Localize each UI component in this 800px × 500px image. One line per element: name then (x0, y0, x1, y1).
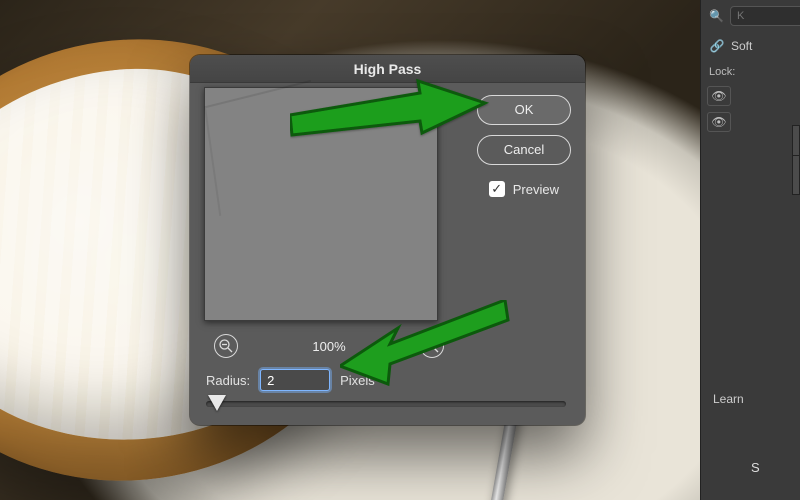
magnify-minus-icon (219, 339, 233, 353)
dialog-body: OK Cancel ✓ Preview 100% (190, 83, 585, 425)
high-pass-dialog: High Pass OK Cancel ✓ Preview 10 (190, 55, 585, 425)
link-icon: 🔗 (709, 38, 725, 54)
panel-button[interactable]: S (751, 460, 760, 475)
right-panel: 🔍 🔗 Soft Lock: 👁 👁 Learn S (700, 0, 800, 500)
layer-visibility-toggle[interactable]: 👁 (707, 86, 731, 106)
preview-label: Preview (513, 182, 559, 197)
ok-button[interactable]: OK (477, 95, 571, 125)
layer-search-input[interactable] (730, 6, 800, 26)
cancel-button[interactable]: Cancel (477, 135, 571, 165)
dialog-title: High Pass (190, 55, 585, 83)
radius-input[interactable] (260, 369, 330, 391)
magnify-plus-icon (425, 339, 439, 353)
eye-icon: 👁 (711, 115, 726, 129)
radius-slider-thumb[interactable] (208, 395, 226, 411)
zoom-controls: 100% (214, 333, 444, 359)
lock-label: Lock: (709, 66, 735, 78)
eye-icon: 👁 (711, 89, 726, 103)
zoom-percent: 100% (312, 339, 345, 354)
blend-mode-value[interactable]: Soft (731, 39, 752, 53)
radius-unit: Pixels (340, 373, 375, 388)
zoom-out-button[interactable] (214, 334, 238, 358)
layer-thumbnail[interactable] (792, 155, 800, 195)
search-icon: 🔍 (709, 8, 724, 24)
zoom-in-button[interactable] (420, 334, 444, 358)
learn-link[interactable]: Learn (713, 392, 744, 406)
preview-checkbox-row[interactable]: ✓ Preview (489, 181, 559, 197)
layer-visibility-toggle[interactable]: 👁 (707, 112, 731, 132)
radius-row: Radius: Pixels (206, 369, 375, 391)
checkbox-icon[interactable]: ✓ (489, 181, 505, 197)
filter-preview[interactable] (204, 87, 438, 321)
radius-label: Radius: (206, 373, 250, 388)
radius-slider-track[interactable] (206, 401, 566, 407)
app-stage: 🔍 🔗 Soft Lock: 👁 👁 Learn S High Pass OK (0, 0, 800, 500)
preview-content (204, 80, 326, 216)
